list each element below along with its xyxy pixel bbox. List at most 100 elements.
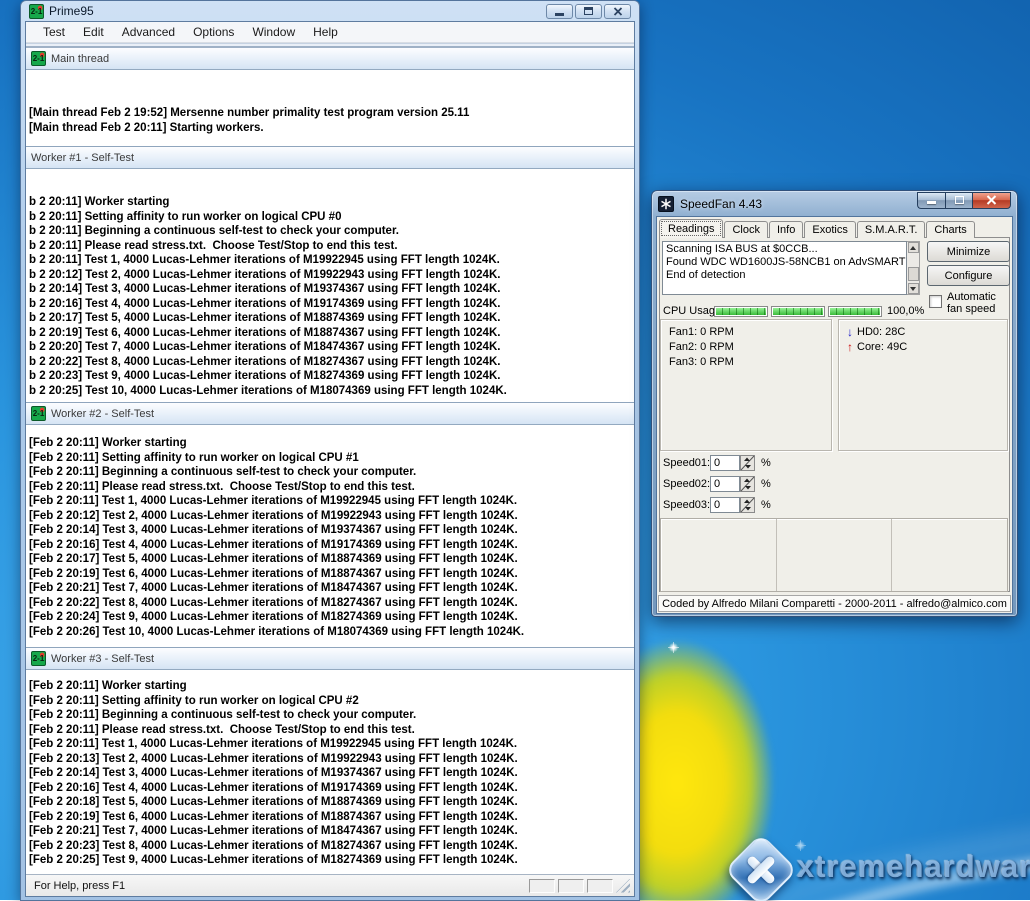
cpu-usage-percent: 100,0%: [887, 305, 924, 317]
log-line: [Feb 2 20:11] Beginning a continuous sel…: [29, 465, 634, 480]
close-button[interactable]: [972, 192, 1011, 209]
cpu-usage-label: CPU Usage: [663, 305, 721, 317]
tab-smart[interactable]: S.M.A.R.T.: [857, 221, 926, 238]
temp-row-hd0: ↓ HD0: 28C: [847, 325, 1007, 340]
status-text: For Help, press F1: [34, 880, 125, 892]
worker1-title: Worker #1 - Self-Test: [31, 152, 134, 164]
speed02-label: Speed02:: [663, 478, 710, 490]
worker1-titlebar[interactable]: Worker #1 - Self-Test: [26, 147, 634, 169]
speedfan-titlebar[interactable]: SpeedFan 4.43: [656, 192, 1013, 216]
speed02-input[interactable]: 0: [710, 476, 740, 492]
status-pane: [587, 879, 613, 893]
worker3-titlebar[interactable]: 2-1 Worker #3 - Self-Test: [26, 648, 634, 670]
log-line: [Feb 2 20:18] Test 5, 4000 Lucas-Lehmer …: [29, 795, 634, 810]
log-line: [Feb 2 20:11] Worker starting: [29, 679, 634, 694]
worker2-log[interactable]: [Feb 2 20:11] Worker starting[Feb 2 20:1…: [26, 425, 634, 647]
speed01-input[interactable]: 0: [710, 455, 740, 471]
speed03-input[interactable]: 0: [710, 497, 740, 513]
log-line: [Feb 2 20:19] Test 6, 4000 Lucas-Lehmer …: [29, 567, 634, 582]
empty-chart-panel: [660, 518, 1008, 592]
menu-edit[interactable]: Edit: [74, 23, 113, 41]
prime95-icon: 2-1: [31, 406, 46, 421]
menu-window[interactable]: Window: [243, 23, 304, 41]
menu-options[interactable]: Options: [184, 23, 243, 41]
tab-exotics[interactable]: Exotics: [804, 221, 855, 238]
speedfan-fan-icon: [658, 196, 674, 212]
fan-reading: Fan1: 0 RPM: [669, 325, 831, 340]
speed03-label: Speed03:: [663, 499, 710, 511]
prime95-window: 2-1 Prime95 Test Edit Advanced Options W…: [20, 0, 640, 901]
log-line: [Feb 2 20:24] Test 9, 4000 Lucas-Lehmer …: [29, 610, 634, 625]
scroll-up-button[interactable]: [908, 242, 919, 253]
temp-up-arrow-icon: ↑: [847, 340, 853, 355]
prime95-window-title: Prime95: [49, 4, 94, 18]
worker3-title: Worker #3 - Self-Test: [51, 653, 154, 665]
log-line: [Feb 2 20:19] Test 6, 4000 Lucas-Lehmer …: [29, 810, 634, 825]
speed01-spinner[interactable]: [740, 455, 755, 471]
log-line: b 2 20:23] Test 9, 4000 Lucas-Lehmer ite…: [29, 369, 634, 384]
log-line: [Main thread Feb 2 20:11] Starting worke…: [29, 121, 634, 136]
maximize-button[interactable]: [945, 192, 972, 209]
detection-log[interactable]: Scanning ISA BUS at $0CCB...Found WDC WD…: [662, 241, 907, 295]
main-thread-titlebar[interactable]: 2-1 Main thread: [26, 48, 634, 70]
fan-reading: Fan2: 0 RPM: [669, 340, 831, 355]
worker3-log[interactable]: [Feb 2 20:11] Worker starting[Feb 2 20:1…: [26, 670, 634, 874]
minimize-app-button[interactable]: Minimize: [927, 241, 1010, 262]
prime95-menubar: Test Edit Advanced Options Window Help: [26, 22, 634, 43]
fan-reading: Fan3: 0 RPM: [669, 355, 831, 370]
panel-column: [777, 519, 893, 591]
temp-hd0: HD0: 28C: [857, 325, 905, 340]
watermark: xtremehardware.it: [735, 838, 1030, 896]
speed01-unit: %: [761, 457, 771, 469]
worker2-window: 2-1 Worker #2 - Self-Test [Feb 2 20:11] …: [26, 402, 634, 647]
maximize-icon: [955, 196, 964, 204]
prime95-titlebar[interactable]: 2-1 Prime95: [25, 1, 635, 21]
log-line: [Feb 2 20:14] Test 3, 4000 Lucas-Lehmer …: [29, 523, 634, 538]
log-line: [Feb 2 20:16] Test 4, 4000 Lucas-Lehmer …: [29, 538, 634, 553]
log-line: [Feb 2 20:16] Test 4, 4000 Lucas-Lehmer …: [29, 781, 634, 796]
log-line: b 2 20:17] Test 5, 4000 Lucas-Lehmer ite…: [29, 311, 634, 326]
resize-grip[interactable]: [616, 879, 630, 893]
log-line: b 2 20:25] Test 10, 4000 Lucas-Lehmer it…: [29, 384, 634, 399]
log-line: [Feb 2 20:11] Setting affinity to run wo…: [29, 451, 634, 466]
prime95-icon: 2-1: [29, 4, 44, 19]
cpu-usage-bar-2: [771, 306, 825, 317]
tab-clock[interactable]: Clock: [724, 221, 768, 238]
log-line: [Feb 2 20:11] Setting affinity to run wo…: [29, 694, 634, 709]
menu-help[interactable]: Help: [304, 23, 347, 41]
worker2-titlebar[interactable]: 2-1 Worker #2 - Self-Test: [26, 403, 634, 425]
minimize-icon: [927, 201, 936, 204]
log-line: b 2 20:19] Test 6, 4000 Lucas-Lehmer ite…: [29, 326, 634, 341]
speedfan-statusbar: Coded by Alfredo Milani Comparetti - 200…: [658, 595, 1011, 612]
status-pane: [558, 879, 584, 893]
main-thread-log[interactable]: [Main thread Feb 2 19:52] Mersenne numbe…: [26, 70, 634, 146]
menu-test[interactable]: Test: [34, 23, 74, 41]
maximize-button[interactable]: [575, 4, 602, 19]
tab-readings[interactable]: Readings: [659, 219, 723, 238]
log-line: b 2 20:14] Test 3, 4000 Lucas-Lehmer ite…: [29, 282, 634, 297]
log-line: Found WDC WD1600JS-58NCB1 on AdvSMART: [666, 256, 903, 269]
scrollbar-thumb[interactable]: [908, 267, 919, 281]
status-pane: [529, 879, 555, 893]
log-line: [Feb 2 20:21] Test 7, 4000 Lucas-Lehmer …: [29, 824, 634, 839]
speed02-spinner[interactable]: [740, 476, 755, 492]
scroll-down-button[interactable]: [908, 283, 919, 294]
tab-charts[interactable]: Charts: [926, 221, 974, 238]
prime95-statusbar: For Help, press F1: [26, 874, 634, 896]
worker3-window: 2-1 Worker #3 - Self-Test [Feb 2 20:11] …: [26, 647, 634, 874]
worker1-log[interactable]: b 2 20:11] Worker startingb 2 20:11] Set…: [26, 169, 634, 402]
log-scrollbar[interactable]: [907, 241, 920, 295]
main-thread-title: Main thread: [51, 53, 109, 65]
minimize-button[interactable]: [917, 192, 945, 209]
fan-readings-panel: Fan1: 0 RPMFan2: 0 RPMFan3: 0 RPM: [660, 319, 832, 451]
tab-info[interactable]: Info: [769, 221, 803, 238]
close-button[interactable]: [604, 4, 631, 19]
log-line: [Feb 2 20:17] Test 5, 4000 Lucas-Lehmer …: [29, 552, 634, 567]
cpu-usage-bar-3: [828, 306, 882, 317]
log-line: b 2 20:16] Test 4, 4000 Lucas-Lehmer ite…: [29, 297, 634, 312]
menu-advanced[interactable]: Advanced: [113, 23, 184, 41]
minimize-button[interactable]: [546, 4, 573, 19]
automatic-fan-speed-checkbox[interactable]: [929, 295, 942, 308]
speed03-spinner[interactable]: [740, 497, 755, 513]
configure-button[interactable]: Configure: [927, 265, 1010, 286]
